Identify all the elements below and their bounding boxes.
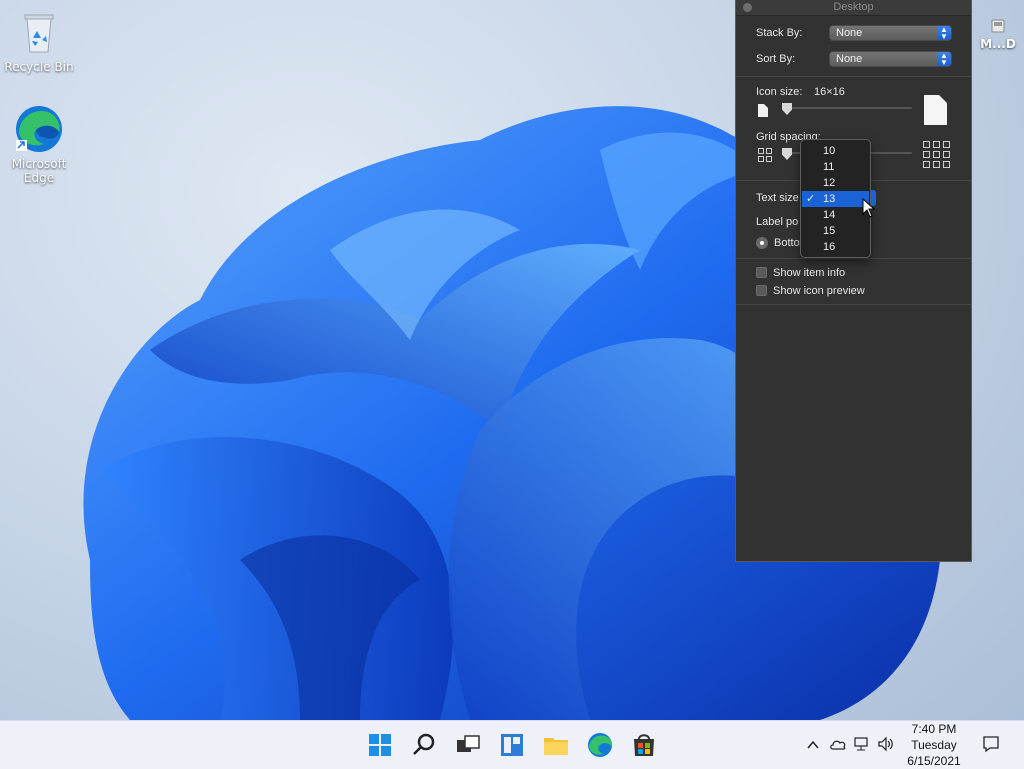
onedrive-cloud-icon[interactable] [829,737,847,751]
drive-label: M...D [980,37,1016,51]
taskbar-clock[interactable]: 7:40 PM Tuesday 6/15/2021 [900,721,968,769]
icon-size-label: Icon size: [756,86,803,98]
label-position-label: Label po [756,216,799,228]
clock-day: Tuesday [911,738,957,752]
divider [736,304,971,305]
large-document-icon [924,95,947,125]
text-size-option[interactable]: 16 [802,239,869,255]
notification-icon[interactable] [982,735,1000,753]
recycle-bin-icon [24,14,54,53]
chevron-updown-icon: ▲ ▼ [937,52,951,67]
icon-size-value: 16×16 [814,86,845,98]
stack-by-value: None [836,27,863,39]
chevron-updown-icon: ▲ ▼ [937,26,951,41]
task-view-icon[interactable] [452,729,484,761]
small-grid-icon [758,148,772,162]
divider [736,76,971,77]
volume-icon[interactable] [877,736,895,752]
edge-label-line1: Microsoft [11,157,67,171]
start-button-icon[interactable] [364,729,396,761]
grid-spacing-slider-knob[interactable] [782,148,792,160]
drive-shortcut[interactable]: M...D [978,18,1018,51]
store-icon[interactable] [628,729,660,761]
sort-by-value: None [836,53,863,65]
mouse-pointer-icon [862,198,876,218]
icon-size-slider-knob[interactable] [782,103,792,115]
show-item-info-label: Show item info [773,267,846,279]
recycle-bin-label: Recycle Bin [4,60,74,74]
text-size-label: Text size [756,192,799,204]
desktop-options-panel: Desktop Stack By: None ▲ ▼ Sort By: None … [735,0,972,562]
icon-size-track[interactable] [784,107,912,109]
large-grid-icon [923,141,950,168]
show-icon-preview-label: Show icon preview [773,285,865,297]
divider [736,258,971,259]
text-size-option[interactable]: 15 [802,223,869,239]
recycle-bin-shortcut[interactable]: Recycle Bin [3,10,75,74]
text-size-option[interactable]: 10 [802,143,869,159]
text-size-option[interactable]: 14 [802,207,869,223]
chevron-up-icon[interactable] [806,738,820,752]
panel-titlebar[interactable]: Desktop [736,0,971,16]
file-explorer-icon[interactable] [540,729,572,761]
edge-label-line2: Edge [23,171,55,185]
show-icon-preview-checkbox[interactable] [756,285,767,296]
label-bottom-text: Botto [774,237,800,249]
sort-by-select[interactable]: None ▲ ▼ [829,51,952,67]
stack-by-select[interactable]: None ▲ ▼ [829,25,952,41]
edge-icon [16,106,62,152]
text-size-option[interactable]: 11 [802,159,869,175]
taskbar: 7:40 PM Tuesday 6/15/2021 [0,720,1024,769]
checkmark-icon: ✓ [806,193,816,205]
show-item-info-checkbox[interactable] [756,267,767,278]
text-size-option-selected[interactable]: ✓ 13 [802,191,869,207]
network-icon[interactable] [853,736,871,752]
label-bottom-radio[interactable] [756,237,768,249]
text-size-dropdown[interactable]: 10 11 12 ✓ 13 14 15 16 [800,139,871,258]
panel-title: Desktop [833,1,874,13]
small-document-icon [758,104,768,117]
edge-shortcut[interactable]: Microsoft Edge [3,104,75,185]
stack-by-label: Stack By: [756,27,803,39]
text-size-option[interactable]: 12 [802,175,869,191]
clock-date: 6/15/2021 [907,754,961,768]
widgets-icon[interactable] [496,729,528,761]
drive-icon [991,19,1005,33]
edge-taskbar-icon[interactable] [584,729,616,761]
sort-by-label: Sort By: [756,53,796,65]
clock-time: 7:40 PM [911,722,957,736]
search-icon[interactable] [408,729,440,761]
